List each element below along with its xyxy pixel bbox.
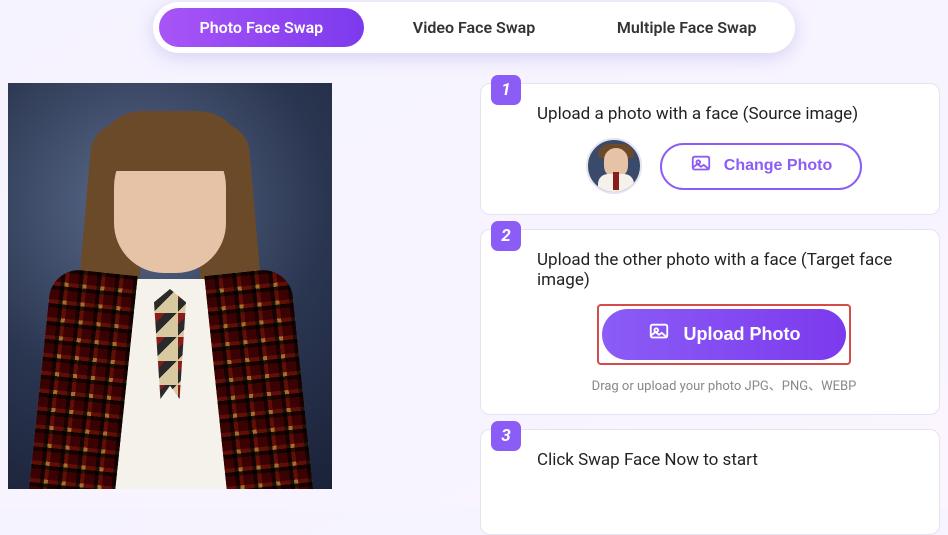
step-1-controls: Change Photo [537, 138, 911, 194]
step-2-card: 2 Upload the other photo with a face (Ta… [480, 229, 940, 415]
tab-video-face-swap[interactable]: Video Face Swap [372, 8, 577, 47]
step-2-title: Upload the other photo with a face (Targ… [537, 250, 911, 290]
tab-multiple-face-swap[interactable]: Multiple Face Swap [584, 8, 789, 47]
step-number-badge: 2 [491, 221, 521, 251]
change-photo-label: Change Photo [724, 157, 832, 175]
source-thumbnail[interactable] [586, 138, 642, 194]
upload-photo-button[interactable]: Upload Photo [602, 309, 847, 360]
step-number-badge: 3 [491, 421, 521, 451]
tabs-bar: Photo Face Swap Video Face Swap Multiple… [153, 2, 795, 53]
source-image-preview [8, 83, 332, 489]
step-1-title: Upload a photo with a face (Source image… [537, 104, 911, 124]
tab-photo-face-swap[interactable]: Photo Face Swap [159, 8, 364, 47]
change-photo-button[interactable]: Change Photo [660, 143, 862, 190]
step-3-card: 3 Click Swap Face Now to start [480, 429, 940, 535]
step-2-controls: Upload Photo Drag or upload your photo J… [537, 304, 911, 394]
portrait-hair [96, 111, 244, 171]
main-layout: 1 Upload a photo with a face (Source ima… [0, 53, 948, 535]
step-1-card: 1 Upload a photo with a face (Source ima… [480, 83, 940, 215]
upload-highlight-box: Upload Photo [597, 304, 852, 365]
step-number-badge: 1 [491, 75, 521, 105]
step-3-title: Click Swap Face Now to start [537, 450, 911, 470]
image-icon [648, 321, 670, 348]
upload-photo-label: Upload Photo [684, 324, 801, 345]
steps-column: 1 Upload a photo with a face (Source ima… [480, 83, 940, 535]
upload-helper-text: Drag or upload your photo JPG、PNG、WEBP [537, 375, 911, 394]
image-icon [690, 153, 712, 180]
